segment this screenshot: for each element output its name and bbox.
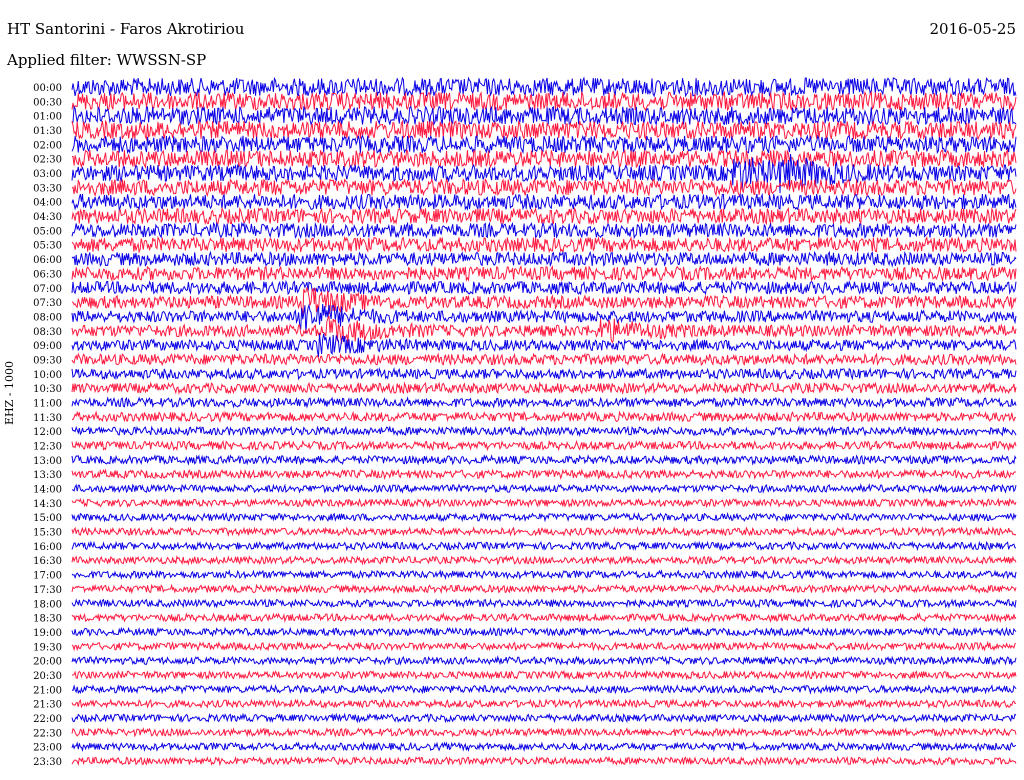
- time-tick-label: 21:00: [33, 685, 62, 696]
- time-tick-label: 19:00: [33, 628, 62, 639]
- time-tick-label: 03:30: [33, 183, 62, 194]
- time-tick-label: 09:30: [33, 355, 62, 366]
- time-tick-label: 04:00: [33, 198, 62, 209]
- time-tick-label: 18:30: [33, 614, 62, 625]
- trace-line-1900: [71, 626, 1017, 638]
- time-tick-label: 17:30: [33, 585, 62, 596]
- time-tick-label: 08:30: [33, 327, 62, 338]
- trace-line-1630: [71, 554, 1017, 566]
- trace-line-0430: [71, 206, 1017, 226]
- trace-line-1130: [71, 410, 1017, 423]
- trace-line-2330: [71, 755, 1017, 767]
- trace-line-0030: [71, 90, 1017, 112]
- trace-line-0900: [71, 333, 1017, 358]
- trace-line-1700: [71, 569, 1017, 580]
- trace-line-0230: [71, 148, 1017, 169]
- time-tick-label: 05:30: [33, 241, 62, 252]
- trace-line-1330: [71, 468, 1017, 481]
- time-tick-label: 22:30: [33, 728, 62, 739]
- time-tick-label: 15:00: [33, 513, 62, 524]
- time-tick-label: 15:30: [33, 528, 62, 539]
- time-tick-label: 10:00: [33, 370, 62, 381]
- trace-line-0500: [71, 221, 1017, 240]
- trace-line-1730: [71, 583, 1017, 595]
- trace-line-2000: [71, 655, 1017, 666]
- trace-line-0600: [71, 250, 1017, 268]
- trace-line-2100: [71, 684, 1017, 695]
- time-tick-label: 01:00: [33, 112, 62, 123]
- helicorder-plot: 00:00 00:30 01:00 01:30 02:00 02:30 03:00 03:30…: [33, 76, 1017, 768]
- trace-line-1400: [71, 483, 1017, 494]
- time-tick-label: 01:30: [33, 126, 62, 137]
- time-tick-label: 11:00: [33, 398, 62, 409]
- trace-line-1230: [71, 439, 1017, 452]
- time-tick-label: 20:00: [33, 657, 62, 668]
- trace-line-2200: [71, 712, 1017, 724]
- trace-line-2130: [71, 698, 1017, 710]
- trace-line-0530: [71, 235, 1017, 254]
- trace-line-0100: [71, 105, 1017, 127]
- time-tick-label: 14:00: [33, 485, 62, 496]
- time-tick-label: 06:30: [33, 269, 62, 280]
- time-tick-label: 00:30: [33, 97, 62, 108]
- time-tick-label: 08:00: [33, 312, 62, 323]
- time-tick-label: 17:00: [33, 571, 62, 582]
- trace-line-0930: [71, 352, 1017, 367]
- time-tick-label: 06:00: [33, 255, 62, 266]
- trace-line-1000: [71, 366, 1017, 381]
- time-tick-label: 16:30: [33, 556, 62, 567]
- time-tick-label: 04:30: [33, 212, 62, 223]
- time-tick-label: 00:00: [33, 83, 62, 94]
- time-tick-label: 02:00: [33, 140, 62, 151]
- trace-line-1300: [71, 453, 1017, 466]
- time-tick-label: 19:30: [33, 642, 62, 653]
- trace-line-1200: [71, 425, 1017, 438]
- trace-line-0330: [71, 178, 1017, 197]
- time-tick-label: 21:30: [33, 700, 62, 711]
- time-tick-label: 20:30: [33, 671, 62, 682]
- trace-line-1100: [71, 396, 1017, 409]
- time-tick-label: 07:00: [33, 284, 62, 295]
- time-tick-label: 13:00: [33, 456, 62, 467]
- trace-line-1600: [71, 540, 1017, 552]
- time-tick-label: 23:30: [33, 757, 62, 768]
- trace-line-2030: [71, 669, 1017, 681]
- time-tick-label: 12:30: [33, 442, 62, 453]
- time-tick-label: 12:00: [33, 427, 62, 438]
- time-tick-label: 23:00: [33, 743, 62, 754]
- trace-line-0400: [71, 192, 1017, 211]
- trace-line-2300: [71, 741, 1017, 753]
- time-tick-label: 07:30: [33, 298, 62, 309]
- time-tick-label: 09:00: [33, 341, 62, 352]
- trace-line-1500: [71, 511, 1017, 523]
- trace-line-0630: [71, 264, 1017, 283]
- time-tick-label: 14:30: [33, 499, 62, 510]
- trace-line-0000: [71, 76, 1017, 98]
- time-tick-label: 11:30: [33, 413, 62, 424]
- trace-line-1530: [71, 526, 1017, 538]
- time-tick-label: 18:00: [33, 599, 62, 610]
- trace-line-1930: [71, 640, 1017, 652]
- trace-line-1430: [71, 497, 1017, 509]
- trace-line-2230: [71, 726, 1017, 738]
- trace-line-0700: [71, 279, 1017, 296]
- time-tick-label: 22:00: [33, 714, 62, 725]
- time-tick-label: 05:00: [33, 226, 62, 237]
- time-tick-label: 13:30: [33, 470, 62, 481]
- trace-line-1800: [71, 598, 1017, 609]
- time-tick-label: 03:00: [33, 169, 62, 180]
- trace-line-1030: [71, 381, 1017, 395]
- time-tick-label: 16:00: [33, 542, 62, 553]
- time-tick-label: 02:30: [33, 155, 62, 166]
- trace-line-1830: [71, 612, 1017, 623]
- time-tick-label: 10:30: [33, 384, 62, 395]
